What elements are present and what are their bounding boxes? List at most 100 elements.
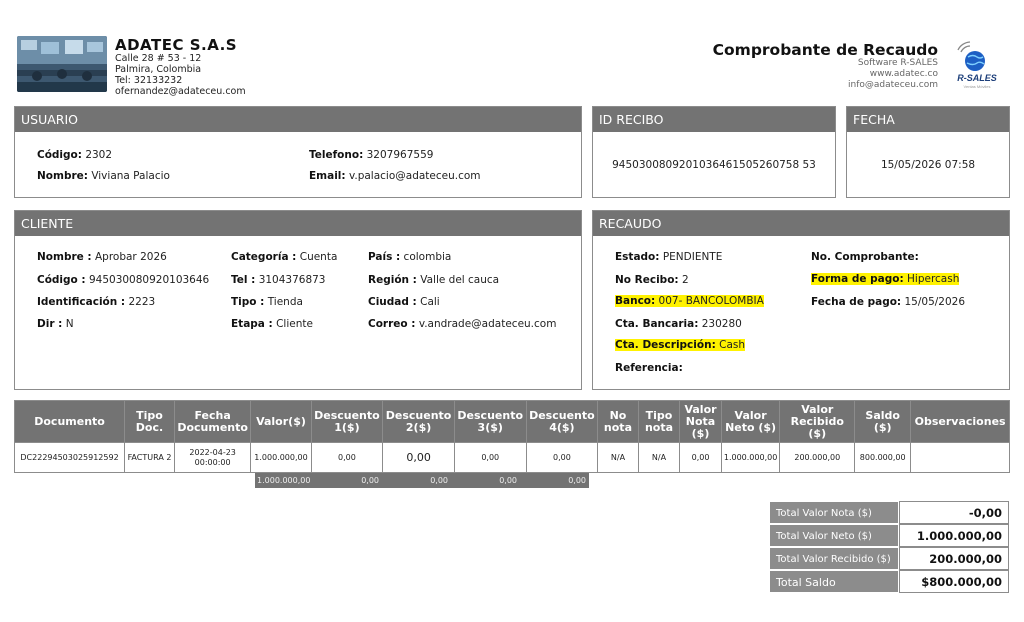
total-valor-recibido-value: 200.000,00 [899,547,1009,570]
rsales-logo-subtext: Ventas Móviles [964,84,991,89]
recaudo-no-comprobante: No. Comprobante: [811,251,919,263]
col-header-descuento-4: Descuento 4($) [525,400,599,443]
total-saldo-label: Total Saldo [769,570,899,593]
subtotal-descuento-3: 0,00 [451,473,520,488]
fecha-value: 15/05/2026 07:58 [880,159,976,171]
company-email: ofernandez@adateceu.com [115,86,246,97]
cliente-ciudad: Ciudad : Cali [368,296,440,308]
cliente-identificacion: Identificación : 2223 [37,296,156,308]
id-recibo-header: ID RECIBO [593,107,835,132]
total-valor-recibido-label: Total Valor Recibido ($) [769,547,899,570]
company-address: Calle 28 # 53 - 12 [115,53,202,64]
cell-fecha-documento: 2022-04-23 00:00:00 [173,442,252,473]
cliente-panel: CLIENTE Nombre : Aprobar 2026 Código : 9… [14,210,582,390]
recaudo-header: RECAUDO [593,211,1009,236]
cliente-region: Región : Valle del cauca [368,274,500,286]
recaudo-estado: Estado: PENDIENTE [615,251,723,263]
usuario-panel: USUARIO Código: 2302 Nombre: Viviana Pal… [14,106,582,198]
cliente-correo: Correo : v.andrade@adateceu.com [368,318,557,330]
company-phone: Tel: 32133232 [115,75,183,86]
fecha-panel: FECHA 15/05/2026 07:58 [846,106,1010,198]
col-header-saldo: Saldo ($) [854,400,912,443]
software-name: Software R-SALES [857,58,938,68]
col-header-valor-nota: Valor Nota ($) [679,400,722,443]
company-logo-image [17,36,107,92]
col-header-tipo-doc: Tipo Doc. [124,400,175,443]
recaudo-forma-pago: Forma de pago: Hipercash [811,273,960,285]
col-header-valor-recibido: Valor Recibido ($) [779,400,856,443]
col-header-tipo-nota: Tipo nota [637,400,681,443]
cell-valor-recibido: 200.000,00 [779,442,856,473]
recaudo-banco: Banco: 007- BANCOLOMBIA [615,295,764,307]
cliente-tel: Tel : 3104376873 [231,274,326,286]
recaudo-panel: RECAUDO Estado: PENDIENTE No Recibo: 2 B… [592,210,1010,390]
globe-wifi-icon [957,41,985,71]
subtotal-valor: 1.000.000,00 [255,473,313,488]
recaudo-fecha-pago: Fecha de pago: 15/05/2026 [811,296,966,308]
col-header-descuento-3: Descuento 3($) [453,400,527,443]
cliente-dir: Dir : N [37,318,74,330]
recaudo-cta-bancaria: Cta. Bancaria: 230280 [615,318,742,330]
cliente-categoria: Categoría : Cuenta [231,251,338,263]
cell-descuento-3: 0,00 [453,442,527,473]
total-valor-neto-value: 1.000.000,00 [899,524,1009,547]
cell-saldo: 800.000,00 [854,442,912,473]
cliente-codigo: Código : 945030080920103646 [37,274,210,286]
cell-observaciones [910,442,1010,473]
id-recibo-panel: ID RECIBO 9450300809201036461505260758 5… [592,106,836,198]
total-valor-nota-value: -0,00 [899,501,1009,524]
fecha-header: FECHA [847,107,1009,132]
total-valor-nota-label: Total Valor Nota ($) [769,501,899,524]
cliente-pais: País : colombia [368,251,452,263]
cell-documento: DC22294503025912592 [13,442,126,473]
col-header-no-nota: No nota [597,400,639,443]
table-row: DC22294503025912592 FACTURA 2 2022-04-23… [13,442,1010,473]
cell-descuento-4: 0,00 [525,442,599,473]
total-saldo-value: $800.000,00 [899,570,1009,593]
col-header-documento: Documento [13,400,126,443]
documents-table: Documento Tipo Doc. Fecha Documento Valo… [13,400,1010,473]
table-header-row: Documento Tipo Doc. Fecha Documento Valo… [13,400,1010,443]
total-valor-neto-label: Total Valor Neto ($) [769,524,899,547]
usuario-telefono: Telefono: 3207967559 [309,149,434,161]
usuario-codigo: Código: 2302 [37,149,113,161]
cell-valor: 1.000.000,00 [250,442,312,473]
total-valor-recibido-row: Total Valor Recibido ($) 200.000,00 [769,547,1009,570]
id-recibo-value: 9450300809201036461505260758 53 [612,159,816,171]
company-city: Palmira, Colombia [115,64,202,75]
col-header-descuento-1: Descuento 1($) [310,400,384,443]
col-header-valor-neto: Valor Neto ($) [720,400,781,443]
company-name: ADATEC S.A.S [115,36,238,54]
recaudo-no-recibo: No Recibo: 2 [615,274,689,286]
usuario-nombre: Nombre: Viviana Palacio [37,170,170,182]
subtotal-descuento-2: 0,00 [382,473,451,488]
company-website: www.adatec.co [869,69,938,79]
cell-descuento-1: 0,00 [310,442,384,473]
recaudo-referencia: Referencia: [615,362,683,374]
recaudo-cta-descripcion: Cta. Descripción: Cash [615,339,746,351]
cell-tipo-nota: N/A [637,442,681,473]
cell-valor-neto: 1.000.000,00 [720,442,781,473]
col-header-fecha-documento: Fecha Documento [173,400,252,443]
subtotal-descuento-4: 0,00 [520,473,589,488]
col-header-valor: Valor($) [250,400,312,443]
subtotal-descuento-1: 0,00 [313,473,382,488]
total-saldo-row: Total Saldo $800.000,00 [769,570,1009,593]
cell-descuento-2: 0,00 [382,442,455,473]
cell-tipo-doc: FACTURA 2 [124,442,175,473]
usuario-header: USUARIO [15,107,581,132]
total-valor-nota-row: Total Valor Nota ($) -0,00 [769,501,1009,524]
col-header-descuento-2: Descuento 2($) [382,400,455,443]
cell-valor-nota: 0,00 [679,442,722,473]
cliente-nombre: Nombre : Aprobar 2026 [37,251,167,263]
col-header-observaciones: Observaciones [910,400,1010,443]
rsales-logo-text: R-SALES [957,73,997,83]
cliente-tipo: Tipo : Tienda [231,296,303,308]
total-valor-neto-row: Total Valor Neto ($) 1.000.000,00 [769,524,1009,547]
cliente-etapa: Etapa : Cliente [231,318,313,330]
rsales-logo: R-SALES Ventas Móviles [946,40,1008,92]
usuario-email: Email: v.palacio@adateceu.com [309,170,481,182]
document-title: Comprobante de Recaudo [712,41,938,59]
cliente-header: CLIENTE [15,211,581,236]
document-email: info@adateceu.com [848,80,938,90]
